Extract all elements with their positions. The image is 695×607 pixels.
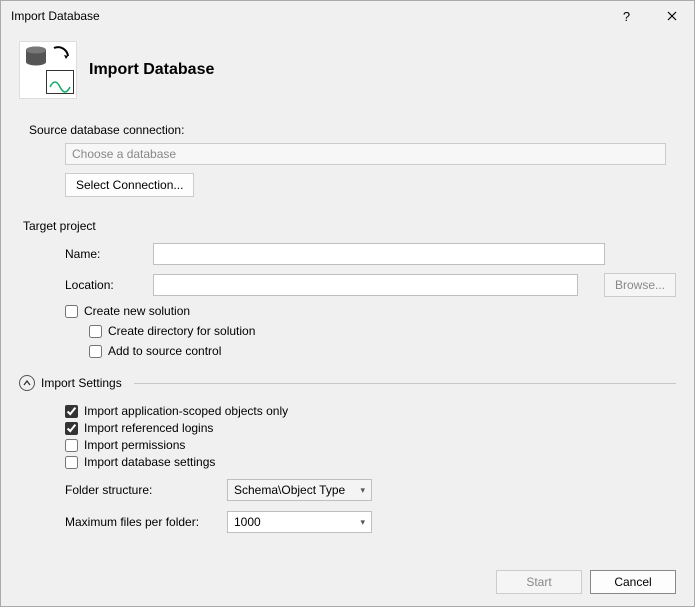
dialog-header: Import Database xyxy=(19,41,676,99)
source-section-label: Source database connection: xyxy=(29,123,676,137)
name-label: Name: xyxy=(65,247,145,261)
max-files-label: Maximum files per folder: xyxy=(65,515,215,529)
create-directory-checkbox[interactable] xyxy=(89,325,102,338)
source-database-placeholder: Choose a database xyxy=(72,147,176,161)
add-source-control-label: Add to source control xyxy=(108,344,221,358)
chevron-down-icon: ▾ xyxy=(360,517,365,528)
chevron-down-icon: ▾ xyxy=(360,485,365,496)
add-source-control-checkbox[interactable] xyxy=(89,345,102,358)
name-input[interactable] xyxy=(153,243,605,265)
create-solution-checkbox[interactable] xyxy=(65,305,78,318)
max-files-dropdown[interactable]: 1000 ▾ xyxy=(227,511,372,533)
browse-button[interactable]: Browse... xyxy=(604,273,676,297)
cancel-button[interactable]: Cancel xyxy=(590,570,676,594)
dialog-title: Import Database xyxy=(89,61,214,79)
app-scoped-label: Import application-scoped objects only xyxy=(84,404,288,418)
separator xyxy=(134,383,676,384)
window-title: Import Database xyxy=(11,9,100,23)
folder-structure-value: Schema\Object Type xyxy=(234,483,345,497)
create-directory-label: Create directory for solution xyxy=(108,324,255,338)
db-settings-checkbox[interactable] xyxy=(65,456,78,469)
close-button[interactable] xyxy=(649,1,694,31)
folder-structure-dropdown[interactable]: Schema\Object Type ▾ xyxy=(227,479,372,501)
close-icon xyxy=(667,11,677,21)
ref-logins-checkbox[interactable] xyxy=(65,422,78,435)
db-settings-label: Import database settings xyxy=(84,455,215,469)
permissions-checkbox[interactable] xyxy=(65,439,78,452)
source-database-display: Choose a database xyxy=(65,143,666,165)
location-input[interactable] xyxy=(153,274,578,296)
help-button[interactable]: ? xyxy=(604,1,649,31)
import-settings-label: Import Settings xyxy=(41,376,122,390)
max-files-value: 1000 xyxy=(234,515,261,529)
ref-logins-label: Import referenced logins xyxy=(84,421,213,435)
import-settings-header[interactable]: Import Settings xyxy=(19,375,676,391)
folder-structure-label: Folder structure: xyxy=(65,483,215,497)
dialog-content: Import Database Source database connecti… xyxy=(1,31,694,606)
select-connection-button[interactable]: Select Connection... xyxy=(65,173,194,197)
start-button[interactable]: Start xyxy=(496,570,582,594)
chevron-up-icon xyxy=(19,375,35,391)
import-database-icon xyxy=(19,41,77,99)
permissions-label: Import permissions xyxy=(84,438,185,452)
app-scoped-checkbox[interactable] xyxy=(65,405,78,418)
titlebar: Import Database ? xyxy=(1,1,694,31)
create-solution-label: Create new solution xyxy=(84,304,190,318)
location-label: Location: xyxy=(65,278,145,292)
target-section-label: Target project xyxy=(23,219,676,233)
dialog-footer: Start Cancel xyxy=(19,554,676,594)
